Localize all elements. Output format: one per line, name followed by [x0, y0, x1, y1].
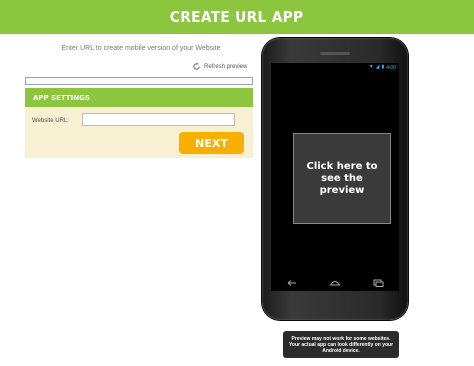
home-icon[interactable] — [329, 279, 341, 287]
status-bar: ▼ ◢ ▮ 4:00 — [271, 63, 399, 72]
url-progress-bar — [25, 77, 253, 85]
soft-keys — [271, 275, 399, 291]
app-settings-header: APP SETTINGS — [25, 88, 253, 107]
website-url-label: Website URL: — [32, 118, 69, 124]
status-time: 4:00 — [386, 64, 396, 71]
preview-disclaimer: Preview may not work for some websites. … — [283, 331, 399, 358]
wifi-icon: ▼ — [368, 64, 374, 70]
phone-mockup: ▼ ◢ ▮ 4:00 Click here to see the preview — [262, 38, 408, 320]
header-banner: CREATE URL APP — [0, 0, 474, 34]
next-button[interactable]: NEXT — [179, 132, 244, 154]
page-title: CREATE URL APP — [170, 8, 304, 26]
phone-speaker — [320, 52, 350, 55]
website-url-input[interactable] — [82, 113, 235, 126]
recent-apps-icon[interactable] — [372, 279, 384, 287]
refresh-icon — [193, 62, 200, 70]
preview-button[interactable]: Click here to see the preview — [293, 133, 391, 224]
refresh-preview-link[interactable]: Refresh preview — [192, 62, 247, 71]
refresh-preview-label: Refresh preview — [204, 63, 248, 70]
app-settings-panel: APP SETTINGS Website URL: NEXT — [25, 88, 253, 158]
back-icon[interactable] — [286, 279, 298, 287]
signal-icon: ◢ — [375, 64, 380, 70]
battery-icon: ▮ — [381, 64, 385, 70]
phone-screen: ▼ ◢ ▮ 4:00 Click here to see the preview — [271, 63, 399, 291]
instructions-text: Enter URL to create mobile version of yo… — [61, 45, 221, 52]
